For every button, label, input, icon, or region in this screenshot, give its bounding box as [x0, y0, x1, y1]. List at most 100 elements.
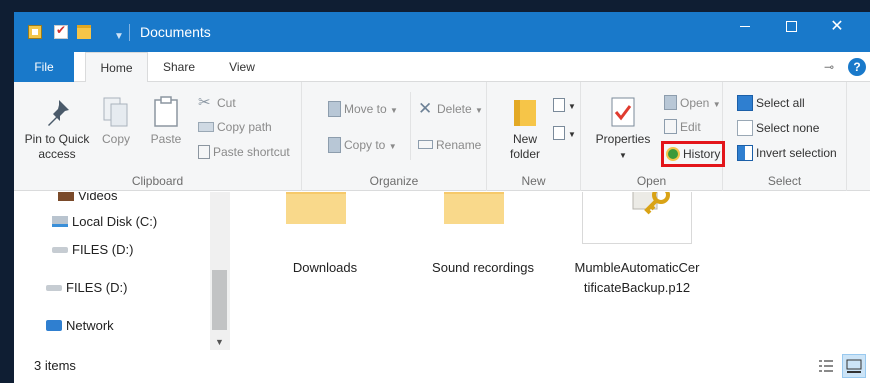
- copy-icon: [103, 97, 128, 127]
- copy-path-label: Copy path: [217, 120, 272, 134]
- edit-button[interactable]: Edit: [664, 116, 701, 138]
- open-icon: [664, 95, 677, 111]
- pin-to-quick-access-label: Pin to Quick access: [24, 132, 90, 161]
- history-button[interactable]: History: [661, 141, 726, 167]
- tab-share[interactable]: Share: [154, 52, 204, 83]
- help-icon[interactable]: ?: [848, 58, 866, 76]
- file-item-certificate[interactable]: MumbleAutomaticCertificateBackup.p12: [573, 258, 701, 298]
- easy-access-dropdown-icon: ▼: [568, 130, 576, 139]
- new-folder-icon: [514, 100, 536, 126]
- properties-button[interactable]: Properties ▼: [593, 96, 653, 163]
- new-folder-button[interactable]: New folder: [501, 96, 549, 162]
- scissors-icon: ✂: [198, 93, 211, 111]
- new-group-label: New: [521, 174, 546, 188]
- edit-icon: [664, 119, 677, 135]
- select-all-button[interactable]: Select all: [737, 92, 805, 114]
- large-icons-glyph-icon: [846, 359, 862, 373]
- rename-icon: [418, 140, 433, 150]
- invert-selection-icon: [737, 144, 753, 161]
- nav-item-label: FILES (D:): [72, 242, 134, 257]
- organize-group: Move to ▼ Copy to ▼ ✕ Delete ▼ Rename Org…: [302, 82, 487, 191]
- scrollbar-thumb[interactable]: [212, 270, 227, 330]
- copy-path-button[interactable]: Copy path: [198, 116, 272, 138]
- checkmark-qat-icon[interactable]: [54, 23, 68, 39]
- cut-button[interactable]: ✂ Cut: [198, 92, 236, 114]
- tab-view[interactable]: View: [218, 52, 266, 83]
- new-item-button[interactable]: ▼: [553, 94, 576, 116]
- select-group: Select all Select none Invert selection …: [723, 82, 847, 191]
- maximize-icon: [785, 21, 797, 33]
- copy-to-icon: [328, 136, 341, 153]
- copy-path-icon: [198, 121, 214, 132]
- nav-item-network[interactable]: Network: [46, 315, 114, 337]
- copy-to-button[interactable]: Copy to ▼: [328, 134, 397, 156]
- nav-item-files-d-root[interactable]: FILES (D:): [46, 277, 127, 299]
- ribbon: Pin to Quick access Copy Paste ✂ Cut Cop…: [14, 82, 870, 191]
- ribbon-tab-bar: File Home Share View ⊸ ?: [14, 52, 870, 83]
- nav-item-label: Network: [66, 318, 114, 333]
- folder-icon[interactable]: [444, 192, 504, 224]
- pin-ribbon-icon[interactable]: ⊸: [824, 60, 834, 74]
- maximize-button[interactable]: [768, 12, 814, 44]
- explorer-window: ▼ Documents ✕ File Home Share View ⊸ ? P…: [14, 12, 870, 383]
- file-item-sound-recordings[interactable]: Sound recordings: [418, 258, 548, 278]
- select-none-icon: [737, 119, 753, 136]
- tab-home[interactable]: Home: [85, 52, 148, 83]
- navigation-pane[interactable]: Videos Local Disk (C:) FILES (D:) FILES …: [14, 192, 230, 350]
- select-none-label: Select none: [756, 121, 820, 135]
- open-group-label: Open: [636, 174, 667, 188]
- rename-button[interactable]: Rename: [418, 134, 481, 156]
- new-item-icon: [553, 97, 565, 112]
- certificate-icon: [632, 192, 670, 215]
- new-folder-qat-icon[interactable]: [77, 25, 91, 39]
- file-list[interactable]: Downloads Sound recordings MumbleAutomat…: [230, 192, 870, 350]
- move-to-icon: [328, 100, 341, 117]
- nav-scrollbar[interactable]: ▼: [210, 192, 229, 350]
- easy-access-button[interactable]: ▼: [553, 122, 576, 144]
- delete-label: Delete: [437, 102, 472, 116]
- copy-to-label: Copy to: [344, 138, 386, 152]
- file-item-downloads[interactable]: Downloads: [260, 258, 390, 278]
- qat-dropdown-icon[interactable]: ▼: [114, 31, 124, 42]
- title-divider: [129, 24, 130, 41]
- nav-item-videos[interactable]: Videos: [58, 192, 118, 207]
- close-button[interactable]: ✕: [814, 12, 860, 44]
- nav-item-files-d[interactable]: FILES (D:): [52, 239, 133, 261]
- minimize-icon: [740, 26, 750, 28]
- open-dropdown-icon: ▼: [712, 100, 721, 109]
- large-icons-view-icon[interactable]: [842, 354, 866, 378]
- copy-button[interactable]: Copy: [96, 96, 136, 147]
- scroll-down-icon[interactable]: ▼: [210, 334, 229, 350]
- history-icon: [666, 146, 680, 161]
- delete-button[interactable]: ✕ Delete ▼: [418, 98, 483, 120]
- tab-file[interactable]: File: [14, 52, 74, 82]
- pin-to-quick-access-button[interactable]: Pin to Quick access: [22, 96, 92, 162]
- invert-selection-button[interactable]: Invert selection: [737, 142, 837, 164]
- paste-shortcut-label: Paste shortcut: [213, 145, 290, 159]
- move-to-label: Move to: [344, 102, 387, 116]
- select-group-label: Select: [767, 174, 802, 188]
- copy-label: Copy: [101, 132, 130, 146]
- properties-label: Properties: [595, 132, 651, 146]
- drive-icon: [46, 284, 62, 291]
- properties-qat-icon[interactable]: [28, 25, 42, 39]
- details-view-icon[interactable]: [818, 358, 834, 374]
- edit-label: Edit: [680, 120, 701, 134]
- move-to-button[interactable]: Move to ▼: [328, 98, 398, 120]
- folder-icon[interactable]: [286, 192, 346, 224]
- videos-folder-icon: [58, 192, 74, 202]
- nav-item-local-disk-c[interactable]: Local Disk (C:): [52, 211, 157, 233]
- certificate-thumbnail[interactable]: [582, 192, 692, 244]
- open-group: Properties ▼ Open ▼ Edit History Open: [581, 82, 726, 191]
- nav-item-label: Videos: [78, 192, 118, 203]
- pin-icon: [48, 100, 69, 126]
- organize-divider: [410, 92, 411, 160]
- window-title: Documents: [140, 24, 211, 40]
- properties-check-icon: [611, 97, 635, 127]
- paste-shortcut-button[interactable]: Paste shortcut: [198, 141, 290, 163]
- open-button[interactable]: Open ▼: [664, 92, 721, 114]
- select-none-button[interactable]: Select none: [737, 117, 819, 139]
- paste-button[interactable]: Paste: [144, 96, 188, 147]
- delete-dropdown-icon: ▼: [475, 106, 483, 115]
- minimize-button[interactable]: [722, 12, 768, 44]
